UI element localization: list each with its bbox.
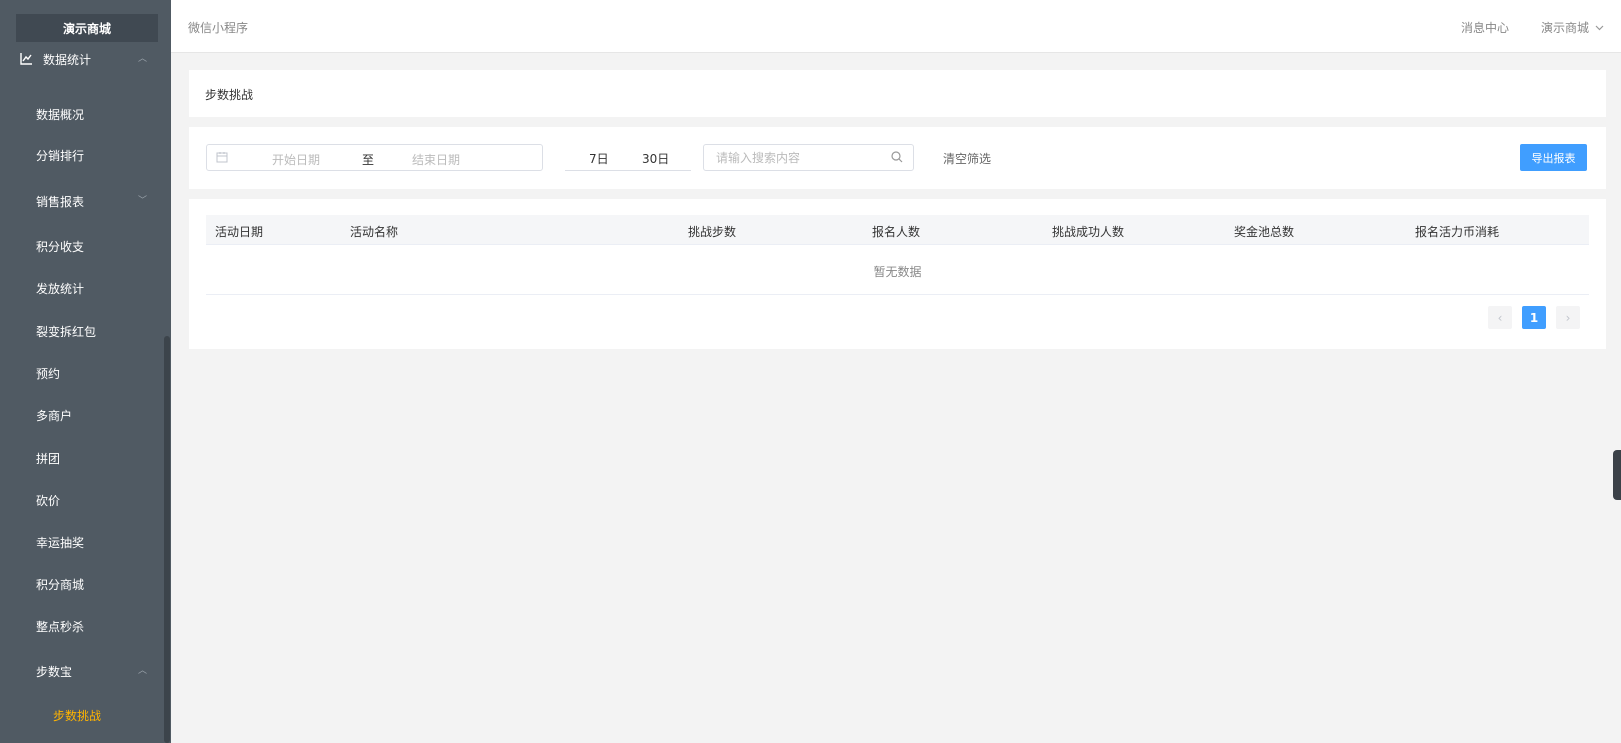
sidebar-item-label: 拼团: [36, 451, 61, 466]
sidebar-item-booking[interactable]: 预约: [0, 358, 160, 388]
sidebar-item-red-packet[interactable]: 裂变拆红包: [0, 316, 160, 346]
search-icon[interactable]: [891, 151, 903, 163]
sidebar-item-label: 幸运抽奖: [36, 535, 85, 550]
sidebar: 演示商城 数据统计 ︿ 数据概况 分销排行 销售报表 ﹀ 积分收支 发放统计 裂…: [0, 0, 171, 743]
page-title: 步数挑战: [205, 88, 254, 102]
table-header: 活动日期 活动名称 挑战步数 报名人数 挑战成功人数 奖金池总数 报名活力币消耗: [206, 215, 1589, 245]
column-header-name: 活动名称: [350, 225, 399, 239]
sidebar-item-group-buy[interactable]: 拼团: [0, 443, 160, 473]
chevron-down-icon: [1595, 25, 1604, 30]
side-panel-handle[interactable]: [1613, 450, 1621, 500]
filter-bar: 开始日期 至 结束日期 7日 30日 清空筛选 导出报表: [189, 127, 1606, 189]
app-root: 演示商城 数据统计 ︿ 数据概况 分销排行 销售报表 ﹀ 积分收支 发放统计 裂…: [0, 0, 1621, 743]
next-page-button[interactable]: ›: [1556, 306, 1580, 329]
sidebar-item-distribution-ranking[interactable]: 分销排行: [0, 140, 160, 170]
sidebar-item-issue-stats[interactable]: 发放统计: [0, 273, 160, 303]
date-range-picker[interactable]: 开始日期 至 结束日期: [206, 144, 543, 171]
sidebar-item-multi-merchant[interactable]: 多商户: [0, 400, 160, 430]
calendar-icon: [216, 152, 228, 163]
sidebar-item-label: 积分收支: [36, 239, 85, 254]
sidebar-item-label: 分销排行: [36, 148, 85, 163]
date-separator: 至: [362, 153, 375, 167]
sidebar-item-points-mall[interactable]: 积分商城: [0, 569, 160, 599]
search-input[interactable]: [716, 149, 886, 167]
quick-7-days[interactable]: 7日: [589, 150, 609, 167]
line-chart-icon: [20, 53, 32, 65]
chevron-up-icon: ︿: [138, 54, 148, 64]
header-title: 微信小程序: [188, 21, 249, 35]
sidebar-item-label: 步数宝: [36, 664, 73, 679]
column-header-date: 活动日期: [215, 225, 264, 239]
column-header-steps: 挑战步数: [688, 225, 737, 239]
shop-name: 演示商城: [1541, 21, 1590, 35]
table-empty-row: 暂无数据: [206, 245, 1589, 295]
sidebar-item-label: 多商户: [36, 408, 73, 423]
top-header: 微信小程序 消息中心 演示商城: [171, 0, 1621, 53]
sidebar-item-lucky-draw[interactable]: 幸运抽奖: [0, 527, 160, 557]
sidebar-item-label: 预约: [36, 366, 61, 381]
end-date-input[interactable]: 结束日期: [412, 151, 460, 168]
sidebar-item-step-treasure[interactable]: 步数宝 ︿: [0, 656, 160, 686]
sidebar-item-label: 数据概况: [36, 107, 85, 122]
sidebar-item-label: 砍价: [36, 493, 61, 508]
prev-page-button[interactable]: ‹: [1488, 306, 1512, 329]
chevron-down-icon: ﹀: [138, 196, 148, 206]
column-header-signups: 报名人数: [872, 225, 921, 239]
sidebar-item-flash-sale[interactable]: 整点秒杀: [0, 611, 160, 641]
sidebar-item-sales-report[interactable]: 销售报表 ﹀: [0, 186, 160, 216]
shop-dropdown[interactable]: 演示商城: [1541, 19, 1604, 36]
start-date-input[interactable]: 开始日期: [272, 151, 320, 168]
data-table-card: 活动日期 活动名称 挑战步数 报名人数 挑战成功人数 奖金池总数 报名活力币消耗…: [189, 199, 1606, 349]
sidebar-item-data-stats[interactable]: 数据统计 ︿: [0, 44, 160, 74]
message-center-link[interactable]: 消息中心: [1461, 19, 1509, 36]
sidebar-logo: 演示商城: [16, 14, 158, 42]
sidebar-item-label: 销售报表: [36, 194, 85, 209]
sidebar-item-label: 数据统计: [43, 52, 92, 67]
column-header-coin-cost: 报名活力币消耗: [1415, 225, 1500, 239]
export-report-button[interactable]: 导出报表: [1520, 144, 1587, 171]
sidebar-item-data-overview[interactable]: 数据概况: [0, 99, 160, 129]
search-box: [703, 144, 914, 171]
quick-date-selector: 7日 30日: [565, 144, 691, 171]
page-title-card: 步数挑战: [189, 70, 1606, 117]
sidebar-item-label: 步数挑战: [53, 708, 102, 723]
sidebar-item-step-challenge[interactable]: 步数挑战: [0, 700, 160, 730]
sidebar-item-label: 积分商城: [36, 577, 85, 592]
column-header-prize-pool: 奖金池总数: [1234, 225, 1295, 239]
sidebar-item-label: 整点秒杀: [36, 619, 85, 634]
page-number-current[interactable]: 1: [1522, 306, 1546, 329]
sidebar-item-bargain[interactable]: 砍价: [0, 485, 160, 515]
clear-filter-link[interactable]: 清空筛选: [943, 150, 991, 167]
quick-30-days[interactable]: 30日: [642, 150, 669, 167]
chevron-up-icon: ︿: [138, 666, 148, 676]
column-header-success-count: 挑战成功人数: [1052, 225, 1125, 239]
empty-text: 暂无数据: [873, 265, 922, 279]
sidebar-scrollbar[interactable]: [164, 336, 170, 743]
sidebar-item-label: 裂变拆红包: [36, 324, 97, 339]
sidebar-item-label: 发放统计: [36, 281, 85, 296]
sidebar-item-points[interactable]: 积分收支: [0, 231, 160, 261]
